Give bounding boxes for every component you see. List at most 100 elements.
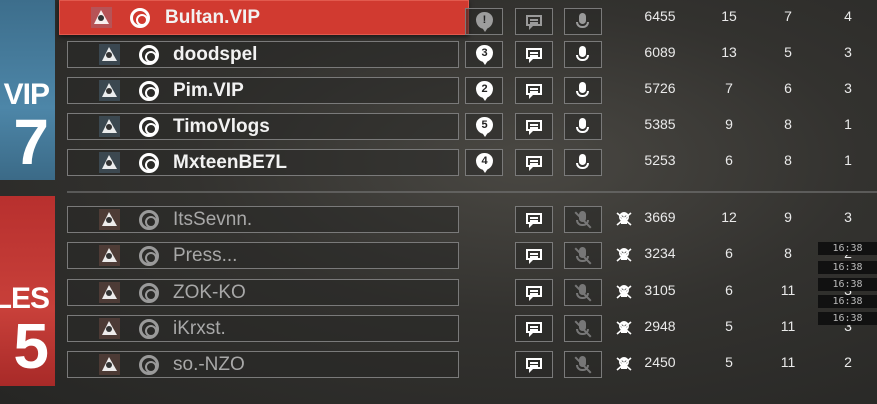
chat-toggle-button[interactable]: [515, 8, 553, 35]
skull-icon: [616, 212, 632, 226]
kills-value: 9: [725, 116, 733, 132]
player-name-box[interactable]: Pim.VIP: [67, 77, 459, 104]
kills-value: 5: [725, 354, 733, 370]
player-name-box[interactable]: Bultan.VIP: [59, 0, 469, 35]
timestamp: 16:38: [818, 295, 877, 308]
operator-icon: [98, 281, 121, 304]
player-name: so.-NZO: [173, 354, 245, 375]
player-name: Bultan.VIP: [165, 7, 261, 28]
player-name-box[interactable]: ItsSevnn.: [67, 206, 459, 233]
operator-icon: [98, 244, 121, 267]
operator-icon: [98, 115, 121, 138]
voice-mute-button[interactable]: [564, 279, 602, 306]
orange-team-banner: LES 5: [0, 196, 55, 386]
chat-icon: [526, 286, 542, 301]
assists-value: 11: [780, 354, 796, 370]
player-row[interactable]: so.-NZO 2450 5 11 2: [67, 351, 877, 378]
player-row[interactable]: MxteenBE7L 4 5253 6 8 1: [67, 149, 877, 176]
voice-mute-button[interactable]: [564, 41, 602, 68]
microphone-icon: [576, 211, 589, 226]
chat-toggle-button[interactable]: [515, 149, 553, 176]
chat-toggle-button[interactable]: [515, 77, 553, 104]
microphone-icon: [576, 154, 589, 169]
map-pin-icon: 3: [476, 45, 493, 65]
ping-marker-box[interactable]: !: [465, 8, 503, 35]
player-row[interactable]: doodspel 3 6089 13 5 3: [67, 41, 877, 68]
voice-mute-button[interactable]: [564, 113, 602, 140]
ubisoft-logo-icon: [139, 210, 159, 230]
assists-value: 6: [784, 80, 792, 96]
player-name-box[interactable]: MxteenBE7L: [67, 149, 459, 176]
player-row[interactable]: iKrxst. 2948 5 11 3: [67, 315, 877, 342]
assists-value: 9: [784, 209, 792, 225]
score-value: 3105: [644, 282, 676, 298]
blue-team-score: 7: [13, 106, 49, 178]
chat-icon: [526, 156, 542, 171]
microphone-icon: [576, 82, 589, 97]
chat-icon: [526, 84, 542, 99]
voice-mute-button[interactable]: [564, 351, 602, 378]
player-name-box[interactable]: TimoVlogs: [67, 113, 459, 140]
voice-mute-button[interactable]: [564, 242, 602, 269]
score-value: 3234: [644, 245, 676, 261]
player-name-box[interactable]: Press...: [67, 242, 459, 269]
assists-value: 7: [784, 8, 792, 24]
chat-icon: [526, 249, 542, 264]
player-row[interactable]: TimoVlogs 5 5385 9 8 1: [67, 113, 877, 140]
deaths-value: 3: [844, 44, 852, 60]
voice-mute-button[interactable]: [564, 149, 602, 176]
assists-value: 8: [784, 116, 792, 132]
voice-mute-button[interactable]: [564, 315, 602, 342]
score-value: 5385: [644, 116, 676, 132]
chat-icon: [526, 322, 542, 337]
score-value: 5726: [644, 80, 676, 96]
operator-icon: [98, 353, 121, 376]
ubisoft-logo-icon: [139, 117, 159, 137]
chat-toggle-button[interactable]: [515, 351, 553, 378]
blue-team-banner: VIP 7: [0, 0, 55, 180]
timestamp: 16:38: [818, 242, 877, 255]
ubisoft-logo-icon: [139, 355, 159, 375]
deaths-value: 2: [844, 354, 852, 370]
timestamp: 16:38: [818, 312, 877, 325]
skull-icon: [616, 248, 632, 262]
player-name: Press...: [173, 245, 238, 266]
player-row[interactable]: ItsSevnn. 3669 12 9 3: [67, 206, 877, 233]
player-name: Pim.VIP: [173, 80, 244, 101]
chat-toggle-button[interactable]: [515, 279, 553, 306]
kills-value: 6: [725, 152, 733, 168]
deaths-value: 1: [844, 116, 852, 132]
assists-value: 8: [784, 245, 792, 261]
ping-marker-box[interactable]: 4: [465, 149, 503, 176]
microphone-icon: [576, 320, 589, 335]
player-name: doodspel: [173, 44, 258, 65]
score-value: 6455: [644, 8, 676, 24]
voice-mute-button[interactable]: [564, 206, 602, 233]
score-value: 2948: [644, 318, 676, 334]
voice-mute-button[interactable]: [564, 8, 602, 35]
player-name-box[interactable]: so.-NZO: [67, 351, 459, 378]
player-row[interactable]: Pim.VIP 2 5726 7 6 3: [67, 77, 877, 104]
deaths-value: 4: [844, 8, 852, 24]
player-row[interactable]: Bultan.VIP! 6455 15 7 4: [59, 0, 877, 35]
ping-marker-box[interactable]: 5: [465, 113, 503, 140]
operator-icon: [98, 43, 121, 66]
player-row[interactable]: ZOK-KO31056113: [67, 279, 877, 306]
player-name-box[interactable]: iKrxst.: [67, 315, 459, 342]
player-name-box[interactable]: ZOK-KO: [67, 279, 459, 306]
assists-value: 8: [784, 152, 792, 168]
chat-toggle-button[interactable]: [515, 206, 553, 233]
player-row[interactable]: Press...3234682: [67, 242, 877, 269]
chat-toggle-button[interactable]: [515, 113, 553, 140]
ubisoft-logo-icon: [139, 319, 159, 339]
chat-toggle-button[interactable]: [515, 242, 553, 269]
player-name-box[interactable]: doodspel: [67, 41, 459, 68]
chat-toggle-button[interactable]: [515, 41, 553, 68]
ping-marker-box[interactable]: 2: [465, 77, 503, 104]
voice-mute-button[interactable]: [564, 77, 602, 104]
kills-value: 5: [725, 318, 733, 334]
chat-toggle-button[interactable]: [515, 315, 553, 342]
team-divider: [67, 191, 877, 193]
ping-marker-box[interactable]: 3: [465, 41, 503, 68]
score-value: 2450: [644, 354, 676, 370]
